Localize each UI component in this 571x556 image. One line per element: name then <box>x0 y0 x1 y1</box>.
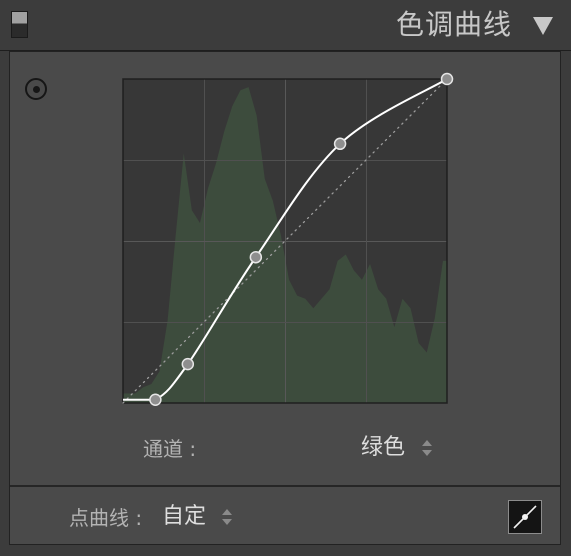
triangle-down-icon[interactable] <box>533 17 553 35</box>
panel-switch-icon[interactable] <box>11 11 28 38</box>
point-curve-edit-icon <box>513 505 537 529</box>
point-curve-label: 点曲线 : <box>69 506 143 530</box>
up-down-arrows-icon <box>222 509 233 525</box>
panel-header[interactable]: 色调曲线 <box>0 0 571 51</box>
panel-title: 色调曲线 <box>395 8 512 41</box>
section-divider <box>10 485 560 487</box>
point-curve-select[interactable]: 自定 <box>162 504 233 530</box>
curve-point[interactable] <box>181 357 195 371</box>
channel-value: 绿色 <box>361 435 406 460</box>
channel-label: 通道 : <box>143 437 197 461</box>
channel-select[interactable]: 绿色 <box>361 435 433 461</box>
arrow-up-icon <box>222 509 232 515</box>
curve-point[interactable] <box>149 393 162 407</box>
arrow-down-icon <box>422 450 432 456</box>
target-adjustment-icon[interactable] <box>25 78 47 100</box>
edit-icon-dot <box>522 514 528 520</box>
curve-point[interactable] <box>249 250 263 264</box>
arrow-down-icon <box>222 519 232 525</box>
arrow-up-icon <box>422 440 432 446</box>
curve-point[interactable] <box>333 137 347 151</box>
point-curve-value: 自定 <box>162 504 207 529</box>
tone-curve-panel: 通道 : 绿色 点曲线 : 自定 <box>9 51 561 545</box>
curve-point[interactable] <box>440 72 454 86</box>
point-curve-edit-button[interactable] <box>508 500 542 534</box>
up-down-arrows-icon <box>422 440 433 456</box>
tone-curve-graph[interactable] <box>113 69 457 413</box>
target-center-dot <box>32 85 40 93</box>
